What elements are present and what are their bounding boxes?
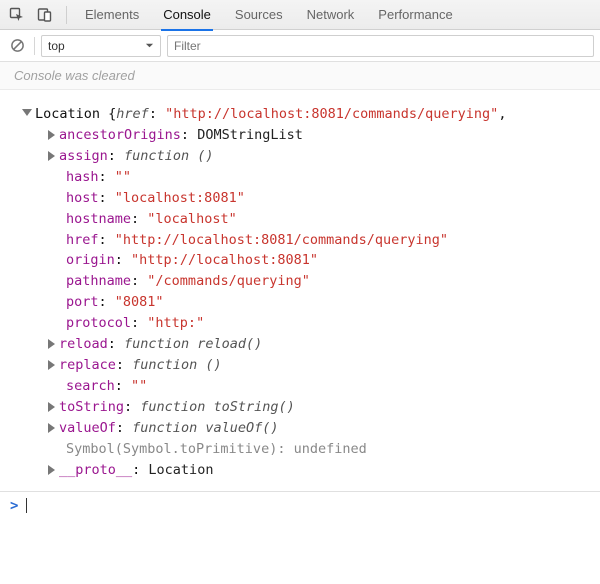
tab-label: Console bbox=[163, 7, 211, 22]
function-sig: toString() bbox=[213, 399, 294, 415]
prop-value: Location bbox=[148, 462, 213, 478]
tab-label: Network bbox=[307, 7, 355, 22]
prop-key: hash bbox=[66, 169, 99, 185]
prop-key: port bbox=[66, 294, 99, 310]
tab-elements[interactable]: Elements bbox=[73, 0, 151, 30]
prop-value: "localhost" bbox=[147, 211, 236, 227]
context-dropdown[interactable]: top bbox=[41, 35, 161, 57]
prop-toString[interactable]: toString: function toString() bbox=[22, 397, 590, 418]
prop-value: "http://localhost:8081" bbox=[131, 252, 318, 268]
prop-key: reload bbox=[59, 336, 108, 352]
toolbar-divider bbox=[66, 6, 67, 24]
function-keyword: function bbox=[132, 420, 197, 436]
prop-pathname: pathname: "/commands/querying" bbox=[22, 271, 590, 292]
prompt-chevron-icon: > bbox=[10, 498, 18, 514]
prop-search: search: "" bbox=[22, 376, 590, 397]
disclosure-triangle-open-icon[interactable] bbox=[22, 109, 32, 116]
console-input-row[interactable]: > bbox=[0, 491, 600, 520]
prop-key: host bbox=[66, 190, 99, 206]
prop-host: host: "localhost:8081" bbox=[22, 188, 590, 209]
prop-proto[interactable]: __proto__: Location bbox=[22, 460, 590, 481]
prop-value: "" bbox=[131, 378, 147, 394]
function-keyword: function bbox=[140, 399, 205, 415]
function-sig: () bbox=[197, 148, 213, 164]
prop-key: __proto__ bbox=[59, 462, 132, 478]
console-filter-bar: top bbox=[0, 30, 600, 62]
function-sig: () bbox=[205, 357, 221, 373]
prop-hash: hash: "" bbox=[22, 167, 590, 188]
input-caret bbox=[26, 498, 27, 513]
prop-value: "/commands/querying" bbox=[147, 273, 310, 289]
prop-key: pathname bbox=[66, 273, 131, 289]
prop-valueOf[interactable]: valueOf: function valueOf() bbox=[22, 418, 590, 439]
function-sig: reload() bbox=[197, 336, 262, 352]
tab-console[interactable]: Console bbox=[151, 0, 223, 30]
prop-value: DOMStringList bbox=[197, 127, 303, 143]
function-keyword: function bbox=[124, 336, 189, 352]
prop-assign[interactable]: assign: function () bbox=[22, 146, 590, 167]
prop-port: port: "8081" bbox=[22, 292, 590, 313]
prop-key: ancestorOrigins bbox=[59, 127, 181, 143]
function-keyword: function bbox=[132, 357, 197, 373]
prop-key: replace bbox=[59, 357, 116, 373]
filterbar-divider bbox=[34, 37, 35, 55]
prop-key: assign bbox=[59, 148, 108, 164]
prop-value: "" bbox=[115, 169, 131, 185]
prop-ancestorOrigins[interactable]: ancestorOrigins: DOMStringList bbox=[22, 125, 590, 146]
disclosure-triangle-icon[interactable] bbox=[48, 151, 55, 161]
object-key: href bbox=[116, 106, 149, 122]
device-toggle-icon[interactable] bbox=[32, 4, 58, 26]
inspect-element-icon[interactable] bbox=[4, 4, 30, 26]
console-cleared-message: Console was cleared bbox=[0, 62, 600, 90]
devtools-main-toolbar: Elements Console Sources Network Perform… bbox=[0, 0, 600, 30]
prop-protocol: protocol: "http:" bbox=[22, 313, 590, 334]
prop-key: search bbox=[66, 378, 115, 394]
prop-value: "8081" bbox=[115, 294, 164, 310]
tab-network[interactable]: Network bbox=[295, 0, 367, 30]
function-sig: valueOf() bbox=[205, 420, 278, 436]
prop-key: origin bbox=[66, 252, 115, 268]
prop-value: "http:" bbox=[147, 315, 204, 331]
tab-label: Performance bbox=[378, 7, 452, 22]
clear-console-icon[interactable] bbox=[6, 38, 28, 53]
tab-label: Elements bbox=[85, 7, 139, 22]
tab-sources[interactable]: Sources bbox=[223, 0, 295, 30]
panel-tabs: Elements Console Sources Network Perform… bbox=[73, 0, 465, 30]
prop-value: undefined bbox=[294, 441, 367, 457]
chevron-down-icon bbox=[145, 41, 154, 50]
console-output: Location {href: "http://localhost:8081/c… bbox=[0, 90, 600, 491]
prop-href: href: "http://localhost:8081/commands/qu… bbox=[22, 230, 590, 251]
object-value: "http://localhost:8081/commands/querying… bbox=[165, 106, 498, 122]
prop-key: toString bbox=[59, 399, 124, 415]
prop-key: protocol bbox=[66, 315, 131, 331]
tab-performance[interactable]: Performance bbox=[366, 0, 464, 30]
prop-key: Symbol(Symbol.toPrimitive) bbox=[66, 441, 277, 457]
disclosure-triangle-icon[interactable] bbox=[48, 423, 55, 433]
disclosure-triangle-icon[interactable] bbox=[48, 402, 55, 412]
prop-origin: origin: "http://localhost:8081" bbox=[22, 250, 590, 271]
prop-reload[interactable]: reload: function reload() bbox=[22, 334, 590, 355]
disclosure-triangle-icon[interactable] bbox=[48, 130, 55, 140]
function-keyword: function bbox=[124, 148, 189, 164]
prop-replace[interactable]: replace: function () bbox=[22, 355, 590, 376]
prop-value: "localhost:8081" bbox=[115, 190, 245, 206]
object-type: Location bbox=[35, 106, 100, 122]
prop-value: "http://localhost:8081/commands/querying… bbox=[115, 232, 448, 248]
prop-key: href bbox=[66, 232, 99, 248]
tab-label: Sources bbox=[235, 7, 283, 22]
prop-symbol-toPrimitive: Symbol(Symbol.toPrimitive): undefined bbox=[22, 439, 590, 460]
prop-key: valueOf bbox=[59, 420, 116, 436]
disclosure-triangle-icon[interactable] bbox=[48, 465, 55, 475]
disclosure-triangle-icon[interactable] bbox=[48, 360, 55, 370]
context-label: top bbox=[48, 39, 65, 53]
object-header[interactable]: Location {href: "http://localhost:8081/c… bbox=[22, 104, 590, 125]
prop-key: hostname bbox=[66, 211, 131, 227]
prop-hostname: hostname: "localhost" bbox=[22, 209, 590, 230]
disclosure-triangle-icon[interactable] bbox=[48, 339, 55, 349]
filter-input[interactable] bbox=[167, 35, 594, 57]
